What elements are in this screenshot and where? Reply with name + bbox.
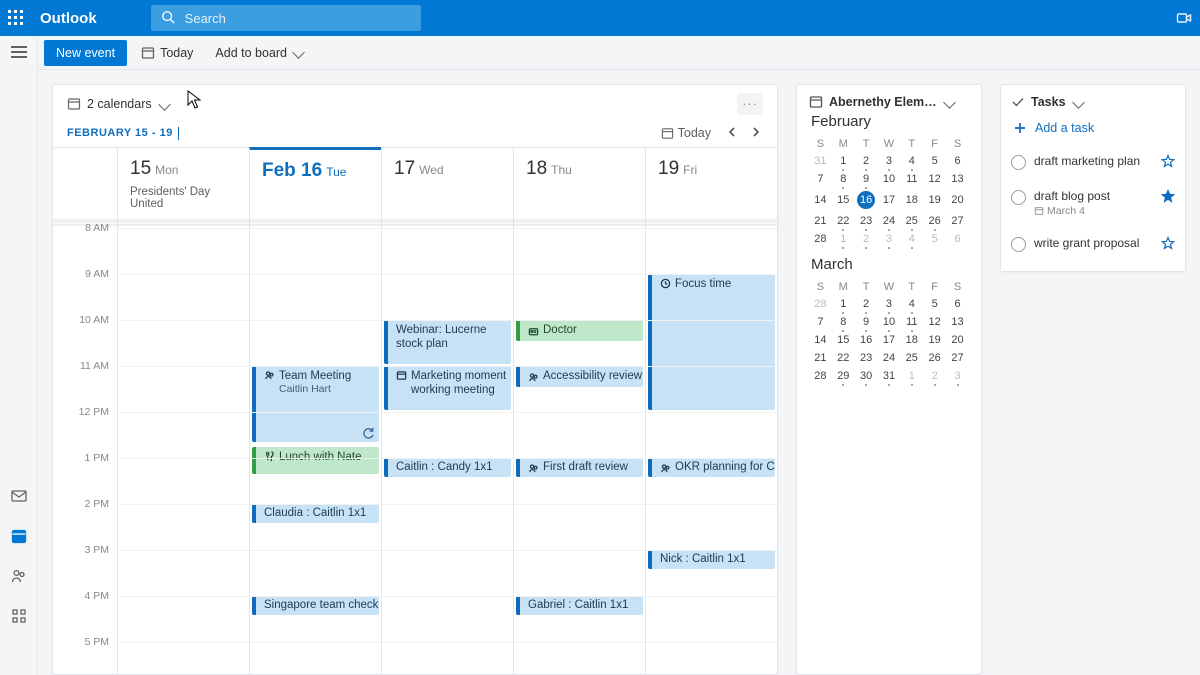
event-icon	[264, 370, 275, 381]
hour-label: 5 PM	[84, 636, 109, 648]
more-options-button[interactable]: ···	[737, 93, 763, 115]
today-button[interactable]: Today	[133, 40, 201, 66]
day-header[interactable]: 19Fri	[645, 148, 777, 186]
mini-month-february[interactable]: SMTWTFS311234567891011121314151617181920…	[809, 136, 969, 248]
minical-header[interactable]: Abernethy Elem…	[829, 95, 937, 109]
allday-event[interactable]: Presidents' Day United	[117, 186, 249, 218]
tasks-header: Tasks	[1031, 95, 1066, 109]
add-to-board-button[interactable]: Add to board	[207, 40, 311, 66]
event-lunch[interactable]: Lunch with Nate	[252, 447, 379, 475]
event-icon	[660, 463, 671, 474]
chevron-down-icon[interactable]	[943, 96, 956, 109]
event-marketing[interactable]: Marketing moment working meeting	[384, 366, 511, 410]
search-box[interactable]	[151, 5, 421, 31]
calendar-small-icon	[809, 95, 823, 109]
star-icon[interactable]	[1161, 189, 1175, 203]
search-icon	[161, 10, 175, 27]
event-first-draft[interactable]: First draft review	[516, 458, 643, 477]
event-singapore[interactable]: Singapore team check	[252, 596, 379, 615]
star-icon[interactable]	[1161, 236, 1175, 250]
day-header[interactable]: Feb 16Tue	[249, 147, 381, 186]
mini-month-march[interactable]: SMTWTFS281234567891011121314151617181920…	[809, 279, 969, 385]
event-focus-time[interactable]: Focus time	[648, 274, 775, 410]
hour-label: 2 PM	[84, 498, 109, 510]
task-item[interactable]: draft blog postMarch 4	[1011, 179, 1175, 226]
day-headers: 15MonFeb 16Tue17Wed18Thu19Fri	[53, 147, 777, 186]
plus-icon	[1013, 121, 1027, 135]
event-okr[interactable]: OKR planning for C	[648, 458, 775, 477]
day-header[interactable]: 17Wed	[381, 148, 513, 186]
chevron-down-icon[interactable]	[158, 98, 171, 111]
more-apps-icon[interactable]	[10, 607, 28, 625]
event-icon	[528, 326, 539, 337]
meet-now-icon[interactable]	[1176, 10, 1192, 26]
hour-label: 1 PM	[84, 452, 109, 464]
event-nick[interactable]: Nick : Caitlin 1x1	[648, 550, 775, 569]
calendar-small-icon	[67, 97, 81, 111]
event-claudia[interactable]: Claudia : Caitlin 1x1	[252, 504, 379, 523]
event-gabriel[interactable]: Gabriel : Caitlin 1x1	[516, 596, 643, 615]
hamburger-icon[interactable]	[11, 46, 27, 58]
hour-label: 4 PM	[84, 590, 109, 602]
hour-label: 9 AM	[85, 268, 109, 280]
new-event-button[interactable]: New event	[44, 40, 127, 66]
prev-week-button[interactable]	[725, 125, 739, 142]
chevron-down-icon[interactable]	[1072, 96, 1085, 109]
day-header[interactable]: 15Mon	[117, 148, 249, 186]
jump-today-button[interactable]: Today	[657, 124, 715, 142]
chevron-down-icon	[292, 46, 305, 59]
month-label: February	[811, 113, 969, 130]
event-candy[interactable]: Caitlin : Candy 1x1	[384, 458, 511, 477]
check-icon	[1011, 95, 1025, 109]
event-icon	[660, 278, 671, 289]
day-header[interactable]: 18Thu	[513, 148, 645, 186]
task-item[interactable]: write grant proposal	[1011, 226, 1175, 261]
event-icon	[528, 372, 539, 383]
hour-label: 3 PM	[84, 544, 109, 556]
left-rail	[0, 36, 38, 675]
search-input[interactable]	[183, 10, 411, 27]
tasks-panel: Tasks Add a task draft marketing plan dr…	[1000, 84, 1186, 272]
app-header: Outlook	[0, 0, 1200, 36]
event-team-meeting[interactable]: Team MeetingCaitlin Hart	[252, 366, 379, 442]
brand-label: Outlook	[40, 10, 97, 27]
mail-icon[interactable]	[10, 487, 28, 505]
app-launcher-icon[interactable]	[8, 10, 24, 26]
people-icon[interactable]	[10, 567, 28, 585]
recurring-icon	[362, 426, 375, 439]
next-week-button[interactable]	[749, 125, 763, 142]
month-label: March	[811, 256, 969, 273]
event-accessibility[interactable]: Accessibility review	[516, 366, 643, 387]
mouse-cursor	[187, 90, 203, 110]
calendar-count-label[interactable]: 2 calendars	[87, 97, 152, 111]
event-webinar[interactable]: Webinar: Lucerne stock plan	[384, 320, 511, 364]
hour-label: 8 AM	[85, 222, 109, 234]
task-checkbox[interactable]	[1011, 155, 1026, 170]
toolbar: New event Today Add to board	[38, 36, 1200, 70]
task-item[interactable]: draft marketing plan	[1011, 144, 1175, 179]
date-range-label[interactable]: FEBRUARY 15 - 19	[67, 121, 179, 145]
task-checkbox[interactable]	[1011, 237, 1026, 252]
event-icon	[396, 370, 407, 381]
hour-label: 11 AM	[80, 360, 109, 372]
add-task-button[interactable]: Add a task	[1011, 113, 1175, 144]
event-icon	[264, 451, 275, 462]
mini-calendar-panel: Abernethy Elem… February SMTWTFS31123456…	[796, 84, 982, 675]
hour-label: 12 PM	[79, 406, 109, 418]
hour-label: 10 AM	[79, 314, 109, 326]
calendar-icon[interactable]	[10, 527, 28, 545]
task-checkbox[interactable]	[1011, 190, 1026, 205]
star-icon[interactable]	[1161, 154, 1175, 168]
event-doctor[interactable]: Doctor	[516, 320, 643, 341]
calendar-panel: 2 calendars ··· FEBRUARY 15 - 19 Today	[52, 84, 778, 675]
event-icon	[528, 463, 539, 474]
